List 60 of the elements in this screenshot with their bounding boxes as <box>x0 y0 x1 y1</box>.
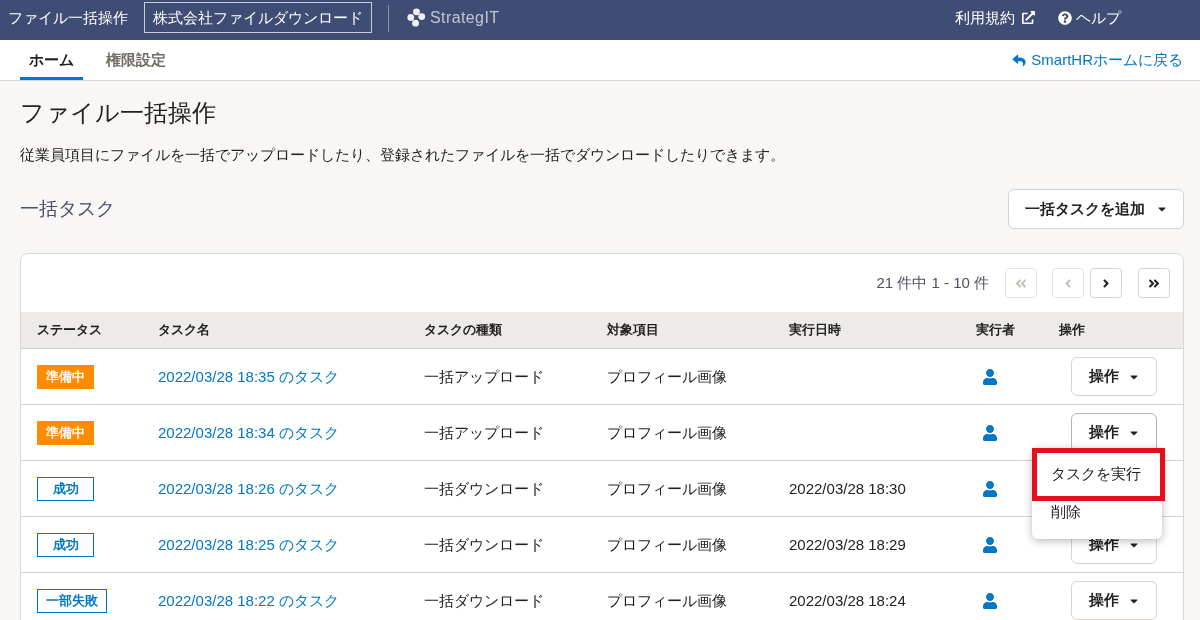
executed-at-cell: 2022/03/28 18:29 <box>789 535 906 553</box>
pagination-summary: 21 件中 1 - 10 件 <box>876 272 989 293</box>
status-badge: 成功 <box>37 476 94 501</box>
task-link[interactable]: 2022/03/28 18:34 のタスク <box>158 423 339 441</box>
company-name: 株式会社ファイルダウンロード <box>144 2 372 33</box>
target-item-cell: プロフィール画像 <box>607 591 727 609</box>
task-type-cell: 一括ダウンロード <box>424 591 544 609</box>
column-header: 実行日時 <box>789 321 842 340</box>
page-description: 従業員項目にファイルを一括でアップロードしたり、登録されたファイルを一括でダウンロードしたりできます。 <box>20 145 786 165</box>
menu-item[interactable]: 削除 <box>1032 501 1162 523</box>
column-header: ステータス <box>36 321 103 340</box>
next-page-button[interactable] <box>1090 268 1122 298</box>
executed-at-cell: 2022/03/28 18:30 <box>789 479 906 497</box>
task-type-cell: 一括アップロード <box>424 367 544 385</box>
target-item-cell: プロフィール画像 <box>607 479 727 497</box>
task-link[interactable]: 2022/03/28 18:22 のタスク <box>158 591 339 609</box>
brand-name: StrategIT <box>430 7 500 28</box>
user-icon <box>983 424 997 441</box>
column-header: タスク名 <box>158 321 211 340</box>
section-title: 一括タスク <box>20 196 115 221</box>
app-title: ファイル一括操作 <box>8 8 128 28</box>
task-link[interactable]: 2022/03/28 18:25 のタスク <box>158 535 339 553</box>
reply-arrow-icon <box>1012 53 1027 67</box>
target-item-cell: プロフィール画像 <box>607 367 727 385</box>
help-icon <box>1058 10 1072 25</box>
task-type-cell: 一括ダウンロード <box>424 479 544 497</box>
last-page-button[interactable] <box>1138 268 1170 298</box>
back-to-home-link[interactable]: SmartHRホームに戻る <box>1012 48 1183 72</box>
column-header: タスクの種類 <box>424 321 503 340</box>
status-badge: 成功 <box>37 532 94 557</box>
column-header: 操作 <box>1059 321 1086 340</box>
page-title: ファイル一括操作 <box>20 98 217 128</box>
chevron-left-icon <box>1062 276 1074 290</box>
task-link[interactable]: 2022/03/28 18:26 のタスク <box>158 479 339 497</box>
logo-icon <box>407 8 426 27</box>
terms-link[interactable]: 利用規約 <box>955 2 1035 33</box>
tab[interactable]: 権限設定 <box>97 40 175 80</box>
column-header: 対象項目 <box>607 321 660 340</box>
user-icon <box>983 368 997 385</box>
menu-item[interactable]: タスクを実行 <box>1032 448 1165 501</box>
user-icon <box>983 592 997 609</box>
actions-button[interactable]: 操作 <box>1071 581 1157 620</box>
chevron-right-icon <box>1100 276 1112 290</box>
task-link[interactable]: 2022/03/28 18:35 のタスク <box>158 367 339 385</box>
column-header: 実行者 <box>976 321 1016 340</box>
task-type-cell: 一括ダウンロード <box>424 535 544 553</box>
actions-button[interactable]: 操作 <box>1071 357 1157 396</box>
executed-at-cell: 2022/03/28 18:24 <box>789 591 906 609</box>
status-badge: 準備中 <box>37 364 94 389</box>
status-badge: 準備中 <box>37 420 94 445</box>
help-link[interactable]: ヘルプ <box>1058 2 1121 33</box>
user-icon <box>983 480 997 497</box>
external-link-icon <box>1022 11 1035 24</box>
user-icon <box>983 536 997 553</box>
add-task-button[interactable]: 一括タスクを追加 <box>1008 189 1184 229</box>
status-badge: 一部失敗 <box>37 588 107 613</box>
target-item-cell: プロフィール画像 <box>607 423 727 441</box>
task-type-cell: 一括アップロード <box>424 423 544 441</box>
target-item-cell: プロフィール画像 <box>607 535 727 553</box>
tab[interactable]: ホーム <box>20 40 83 80</box>
